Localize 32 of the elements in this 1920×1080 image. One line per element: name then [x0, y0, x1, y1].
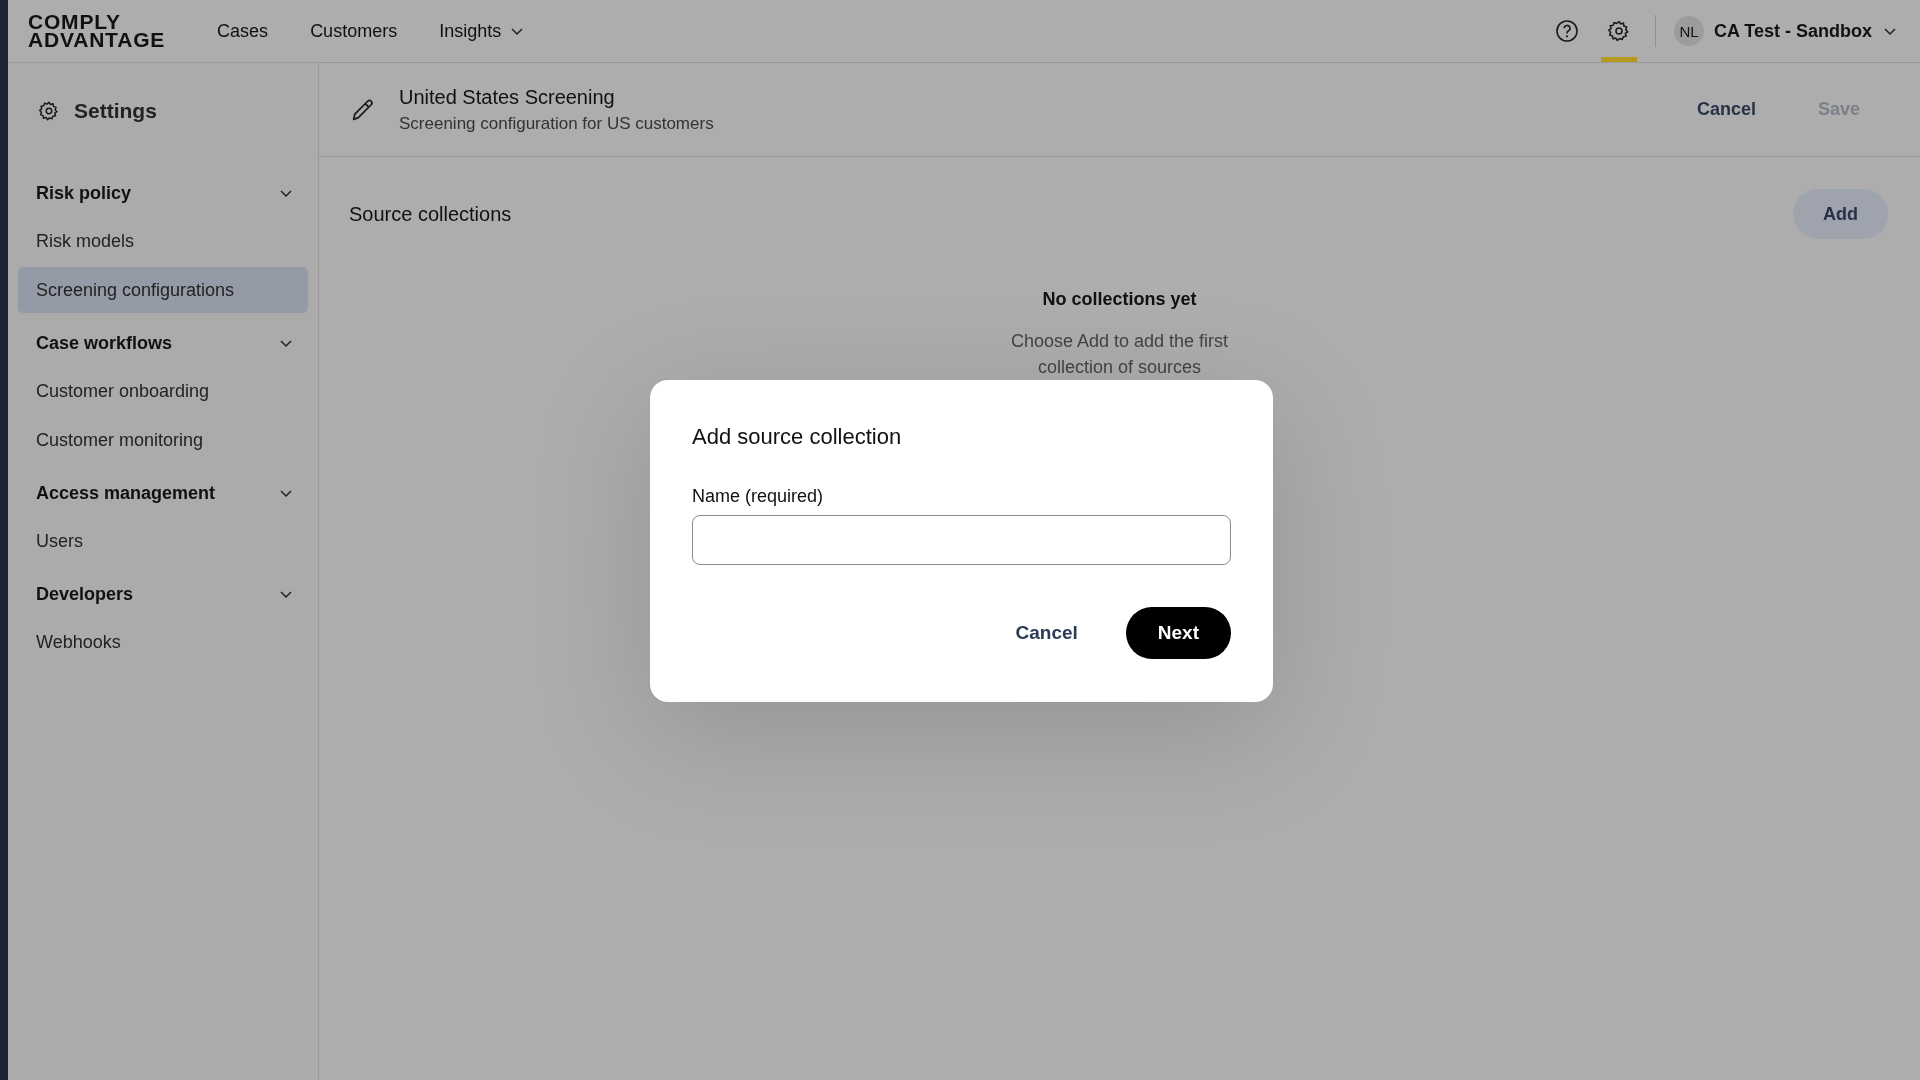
cancel-button[interactable]: Cancel — [997, 607, 1096, 659]
add-button[interactable]: Add — [1793, 189, 1888, 239]
sidebar-item[interactable]: Screening configurations — [18, 267, 308, 313]
sidebar-title: Settings — [74, 99, 157, 123]
header-action[interactable]: Cancel — [1676, 91, 1776, 128]
nav-link[interactable]: Customers — [310, 20, 398, 42]
next-button[interactable]: Next — [1125, 607, 1231, 659]
help-icon — [1555, 19, 1579, 43]
sidebar-item[interactable]: Customer onboarding — [18, 368, 308, 414]
logo[interactable]: COMPLY ADVANTAGE — [28, 13, 166, 49]
settings-icon — [38, 100, 60, 122]
sidebar-item[interactable]: Risk models — [18, 218, 308, 264]
sidebar-section[interactable]: Risk policy — [18, 171, 308, 215]
avatar: NL — [1674, 16, 1704, 46]
account-menu[interactable]: NL CA Test - Sandbox — [1674, 16, 1920, 46]
page-subtitle: Screening configuration for US customers — [399, 113, 715, 134]
dialog-title: Add source collection — [692, 424, 903, 450]
field-label: Name (required) — [692, 486, 825, 507]
name-field[interactable] — [692, 515, 1231, 565]
page-title: United States Screening — [399, 85, 616, 109]
section-title: Source collections — [349, 202, 512, 226]
empty-title: No collections yet — [1042, 289, 1197, 310]
nav-link[interactable]: Cases — [217, 20, 269, 42]
sidebar-item[interactable]: Webhooks — [18, 619, 308, 665]
sidebar-item[interactable]: Users — [18, 518, 308, 564]
settings-icon — [1607, 19, 1631, 43]
sidebar-item[interactable]: Customer monitoring — [18, 417, 308, 463]
sidebar-section[interactable]: Developers — [18, 572, 308, 616]
empty-text: Choose Add to add the first collection of sources — [1009, 330, 1230, 379]
sidebar-section[interactable]: Access management — [18, 471, 308, 515]
sidebar-section[interactable]: Case workflows — [18, 321, 308, 365]
nav-link[interactable]: Insights — [439, 20, 526, 42]
